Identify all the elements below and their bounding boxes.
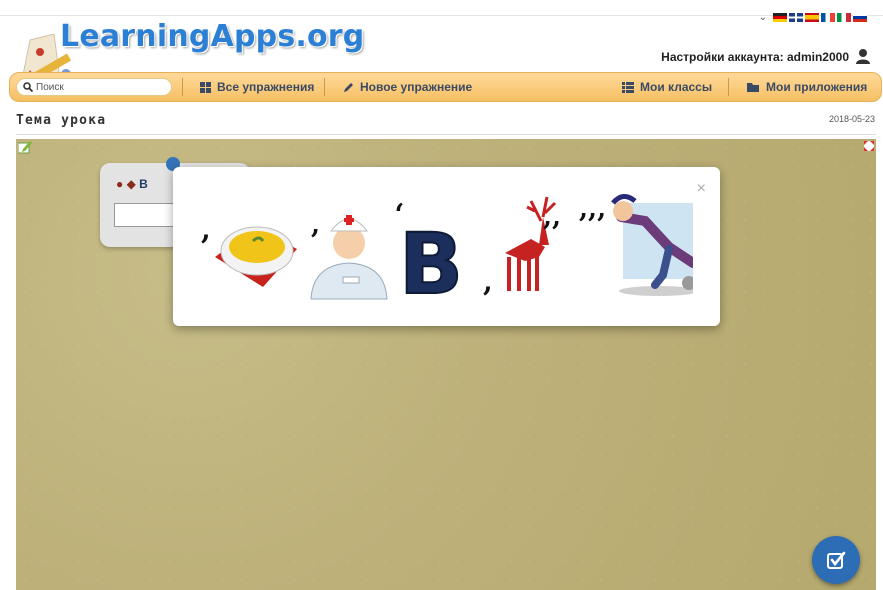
checkbox-icon (827, 551, 846, 569)
chevron-down-icon[interactable]: ⌄ (759, 12, 767, 23)
nav-divider (728, 78, 729, 96)
comma-mark: ,,, (579, 194, 606, 224)
nav-divider (182, 78, 183, 96)
comma-mark: ,, (543, 202, 561, 232)
flag-ru-icon[interactable] (853, 13, 867, 22)
check-answer-button[interactable] (812, 536, 860, 584)
rebus-thumbnail: ● ◆ B (116, 177, 148, 191)
edit-app-icon[interactable] (18, 141, 32, 154)
flag-de-icon[interactable] (773, 13, 787, 22)
date-label: 2018-05-23 (828, 114, 875, 124)
main-nav: Поиск Все упражнения Новое упражнение Мо… (9, 72, 882, 102)
nav-my-classes-label: Мои классы (640, 80, 713, 94)
account-settings-link[interactable]: Настройки аккаунта: admin2000 (661, 50, 849, 64)
page-title: Тема урока (16, 113, 107, 128)
search-placeholder: Поиск (36, 81, 64, 93)
list-icon (622, 81, 634, 93)
rebus-image: , , , В , ,, ,,, (201, 194, 693, 302)
rebus-modal: × , , , В , ,, ,,, (173, 167, 720, 326)
search-input[interactable]: Поиск (16, 78, 172, 96)
grid-icon (200, 81, 211, 93)
user-icon[interactable] (855, 48, 871, 64)
pencil-icon (344, 82, 353, 92)
fullscreen-icon[interactable] (864, 141, 874, 151)
nav-my-apps[interactable]: Мои приложения (747, 73, 867, 101)
flag-it-icon[interactable] (837, 13, 851, 22)
letter-b-icon: В (399, 215, 463, 302)
flag-fr-icon[interactable] (821, 13, 835, 22)
language-selector[interactable]: ⌄ (759, 12, 867, 23)
nav-all-exercises[interactable]: Все упражнения (200, 73, 314, 101)
folder-icon (747, 82, 759, 92)
nav-divider (324, 78, 325, 96)
comma-mark: , (311, 210, 320, 240)
flag-en-icon[interactable] (789, 13, 803, 22)
title-divider (16, 134, 876, 135)
running-man-icon (611, 194, 693, 296)
comma-mark: , (201, 213, 211, 246)
search-icon (23, 82, 33, 92)
logo[interactable]: LearningApps.org (16, 14, 364, 82)
logo-text: LearningApps.org (60, 19, 365, 54)
nurse-icon (310, 215, 388, 300)
comma-mark: , (483, 265, 493, 298)
nav-new-exercise-label: Новое упражнение (360, 80, 473, 94)
nav-all-exercises-label: Все упражнения (217, 80, 315, 94)
close-icon[interactable]: × (697, 181, 706, 197)
flag-es-icon[interactable] (805, 13, 819, 22)
nav-new-exercise[interactable]: Новое упражнение (343, 73, 472, 101)
soup-bowl-icon (215, 226, 297, 287)
nav-my-classes[interactable]: Мои классы (622, 73, 712, 101)
nav-my-apps-label: Мои приложения (766, 80, 868, 94)
